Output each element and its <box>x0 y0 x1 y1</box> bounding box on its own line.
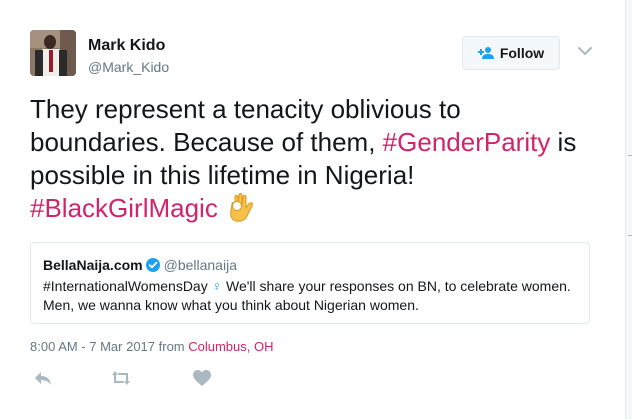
place-link[interactable]: Columbus, OH <box>188 339 273 354</box>
author-screen-name[interactable]: @Mark_Kido <box>88 59 169 75</box>
chevron-down-icon[interactable] <box>577 45 593 57</box>
scroll-tick <box>628 235 632 236</box>
like-heart-icon[interactable] <box>191 369 213 387</box>
quoted-hashtag: #InternationalWomensDay <box>43 278 208 294</box>
scroll-tick <box>628 155 632 156</box>
tweet-card: Mark Kido @Mark_Kido Follow They represe… <box>0 0 632 419</box>
quoted-tweet-header: BellaNaija.com @bellanaija <box>43 256 577 274</box>
female-sign-emoji: ♀ <box>211 278 223 294</box>
follow-person-plus-icon <box>477 47 494 59</box>
quoted-author-handle[interactable]: @bellanaija <box>164 256 237 274</box>
avatar-photo <box>30 30 76 76</box>
scrollbar-track[interactable] <box>625 0 632 419</box>
ok-hand-emoji <box>229 193 253 222</box>
quoted-author-name[interactable]: BellaNaija.com <box>43 256 143 274</box>
follow-button-label: Follow <box>499 45 545 61</box>
avatar[interactable] <box>30 30 76 76</box>
quoted-tweet-text: #InternationalWomensDay ♀ We'll share yo… <box>43 277 577 315</box>
timestamp-text[interactable]: 8:00 AM - 7 Mar 2017 from <box>30 339 188 354</box>
follow-button[interactable]: Follow <box>462 36 560 70</box>
retweet-icon[interactable] <box>110 369 132 387</box>
verified-badge-icon <box>145 258 160 272</box>
quoted-tweet[interactable]: BellaNaija.com @bellanaija #Internationa… <box>30 242 590 324</box>
tweet-timestamp: 8:00 AM - 7 Mar 2017 from Columbus, OH <box>30 339 273 354</box>
hashtag-black-girl-magic[interactable]: #BlackGirlMagic <box>30 193 218 223</box>
tweet-text: They represent a tenacity oblivious to b… <box>30 93 600 225</box>
hashtag-gender-parity[interactable]: #GenderParity <box>383 127 551 157</box>
author-display-name[interactable]: Mark Kido <box>88 37 165 55</box>
reply-icon[interactable] <box>32 369 54 387</box>
tweet-actions <box>30 369 230 389</box>
